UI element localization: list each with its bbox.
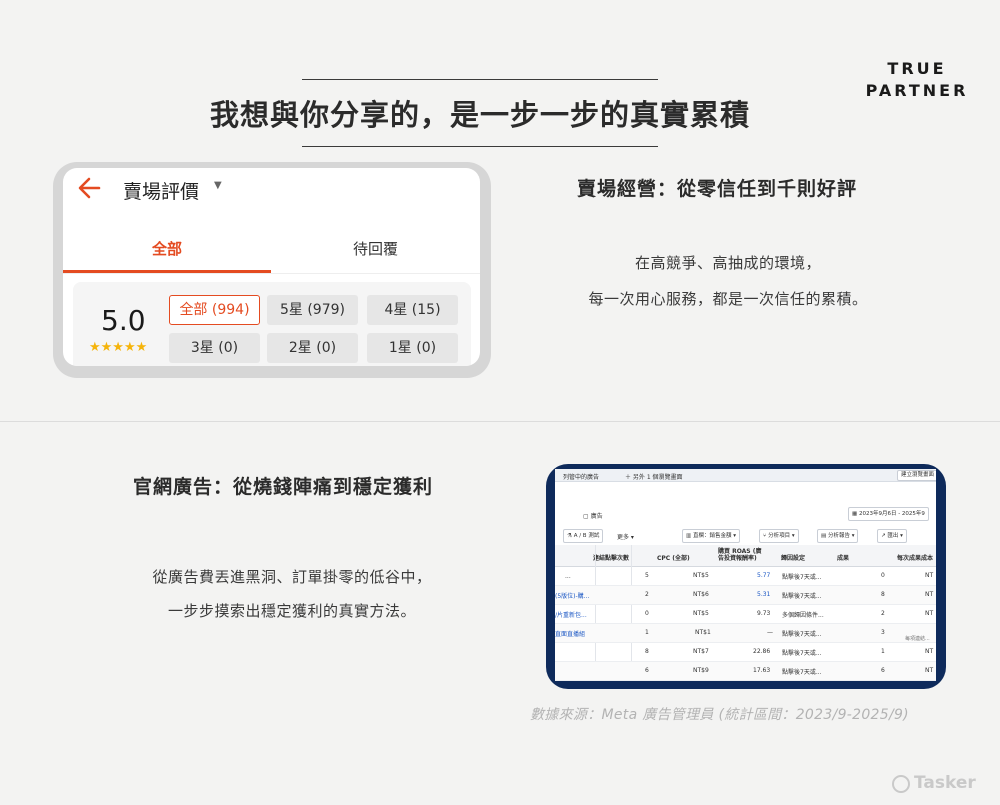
export-button[interactable]: ↗ 匯出 ▾ — [877, 529, 907, 543]
col-cpc[interactable]: CPC (全部) — [657, 553, 690, 562]
table-row[interactable]: (5版位)-購... 2 NT$6 5.31 點擊後7天或... 8 NT — [555, 586, 936, 605]
section2-line1: 從廣告費丟進黑洞、訂單掛零的低谷中， — [152, 568, 432, 586]
filter-5star-chip[interactable]: 5星 (979) — [267, 295, 358, 325]
filter-2star-chip[interactable]: 2星 (0) — [267, 333, 358, 363]
tasker-brand: Tasker — [914, 773, 976, 793]
table-row[interactable]: 8 NT$7 22.86 點擊後7天或... 1 NT — [555, 643, 936, 662]
col-link-clicks[interactable]: 連結點擊次數 — [593, 553, 629, 562]
rating-stars-icon: ★★★★★ — [89, 340, 148, 355]
tab-all[interactable]: 全部 — [63, 238, 271, 259]
col-cost-per-result[interactable]: 每次成果成本 — [897, 553, 933, 562]
table-row[interactable]: 6 NT$9 17.63 點擊後7天或... 6 NT — [555, 662, 936, 681]
date-range-button[interactable]: ▦ 2023年9月6日 - 2025年9 — [848, 507, 929, 521]
ads-tab-more-views[interactable]: ＋ 另外 1 個瀏覽畫面 — [625, 472, 683, 481]
data-source-note: 數據來源：Meta 廣告管理員 (統計區間：2023/9-2025/9) — [530, 707, 909, 723]
ads-manager-screen: 列管中的廣告 ＋ 另外 1 個瀏覽畫面 建立瀏覽畫面 ▢ 廣告 ▦ 2023年9… — [555, 469, 936, 681]
filter-all-chip[interactable]: 全部 (994) — [169, 295, 260, 325]
section2-line2: 一步步摸索出穩定獲利的真實方法。 — [167, 602, 416, 620]
filter-1star-chip[interactable]: 1星 (0) — [367, 333, 458, 363]
rating-score: 5.0 — [101, 304, 146, 337]
tab-pending-reply[interactable]: 待回覆 — [271, 238, 480, 259]
filter-3star-chip[interactable]: 3星 (0) — [169, 333, 260, 363]
section1-title: 賣場經營：從零信任到千則好評 — [577, 178, 858, 200]
section1-line2: 每一次用心服務，都是一次信任的累積。 — [588, 290, 868, 308]
table-row[interactable]: 直面直播組 1 NT$1 — 點擊後7天或... 3 每項連結... — [555, 624, 936, 643]
table-row[interactable]: ... 5 NT$5 5.77 點擊後7天或... 0 NT — [555, 567, 936, 586]
col-roas[interactable]: 購買 ROAS (廣告投資報酬率) — [718, 548, 766, 562]
page-headline: 我想與你分享的，是一步一步的真實累積 — [209, 98, 750, 132]
tasker-logo-icon — [892, 775, 910, 793]
filter-4star-chip[interactable]: 4星 (15) — [367, 295, 458, 325]
headline-bottom-rule — [302, 146, 658, 147]
table-row[interactable]: /片重新包... 0 NT$5 9.73 多個歸因條件... 2 NT — [555, 605, 936, 624]
headline-top-rule — [302, 79, 658, 80]
ads-topbar — [555, 469, 936, 482]
ads-section-label: ▢ 廣告 — [583, 513, 603, 520]
ab-test-button[interactable]: ⚗ A / B 測試 — [563, 529, 604, 543]
true-partner-logo: TRUE PARTNER — [865, 59, 969, 100]
reports-button[interactable]: ▤ 分析報告 ▾ — [817, 529, 859, 543]
review-screen: 賣場評價 ▼ 全部 待回覆 5.0 ★★★★★ 全部 (994) 5星 (979… — [63, 168, 480, 366]
section2-title: 官網廣告：從燒錢陣痛到穩定獲利 — [133, 476, 434, 498]
col-attribution[interactable]: 歸因設定 — [781, 553, 805, 562]
review-title: 賣場評價 — [123, 181, 200, 203]
col-results[interactable]: 成果 — [837, 553, 849, 562]
back-arrow-icon[interactable] — [77, 174, 103, 202]
more-menu[interactable]: 更多 ▾ — [617, 532, 634, 541]
tab-divider — [63, 273, 480, 274]
section-divider — [0, 421, 1000, 422]
section1-line1: 在高競爭、高抽成的環境， — [634, 254, 821, 272]
breakdown-button[interactable]: ⑂ 分析項目 ▾ — [759, 529, 799, 543]
ads-tab-managed[interactable]: 列管中的廣告 — [563, 472, 599, 481]
columns-button[interactable]: ▥ 直欄：銷售金額 ▾ — [682, 529, 740, 543]
create-view-button[interactable]: 建立瀏覽畫面 — [897, 470, 936, 481]
dropdown-caret-icon[interactable]: ▼ — [214, 180, 222, 191]
